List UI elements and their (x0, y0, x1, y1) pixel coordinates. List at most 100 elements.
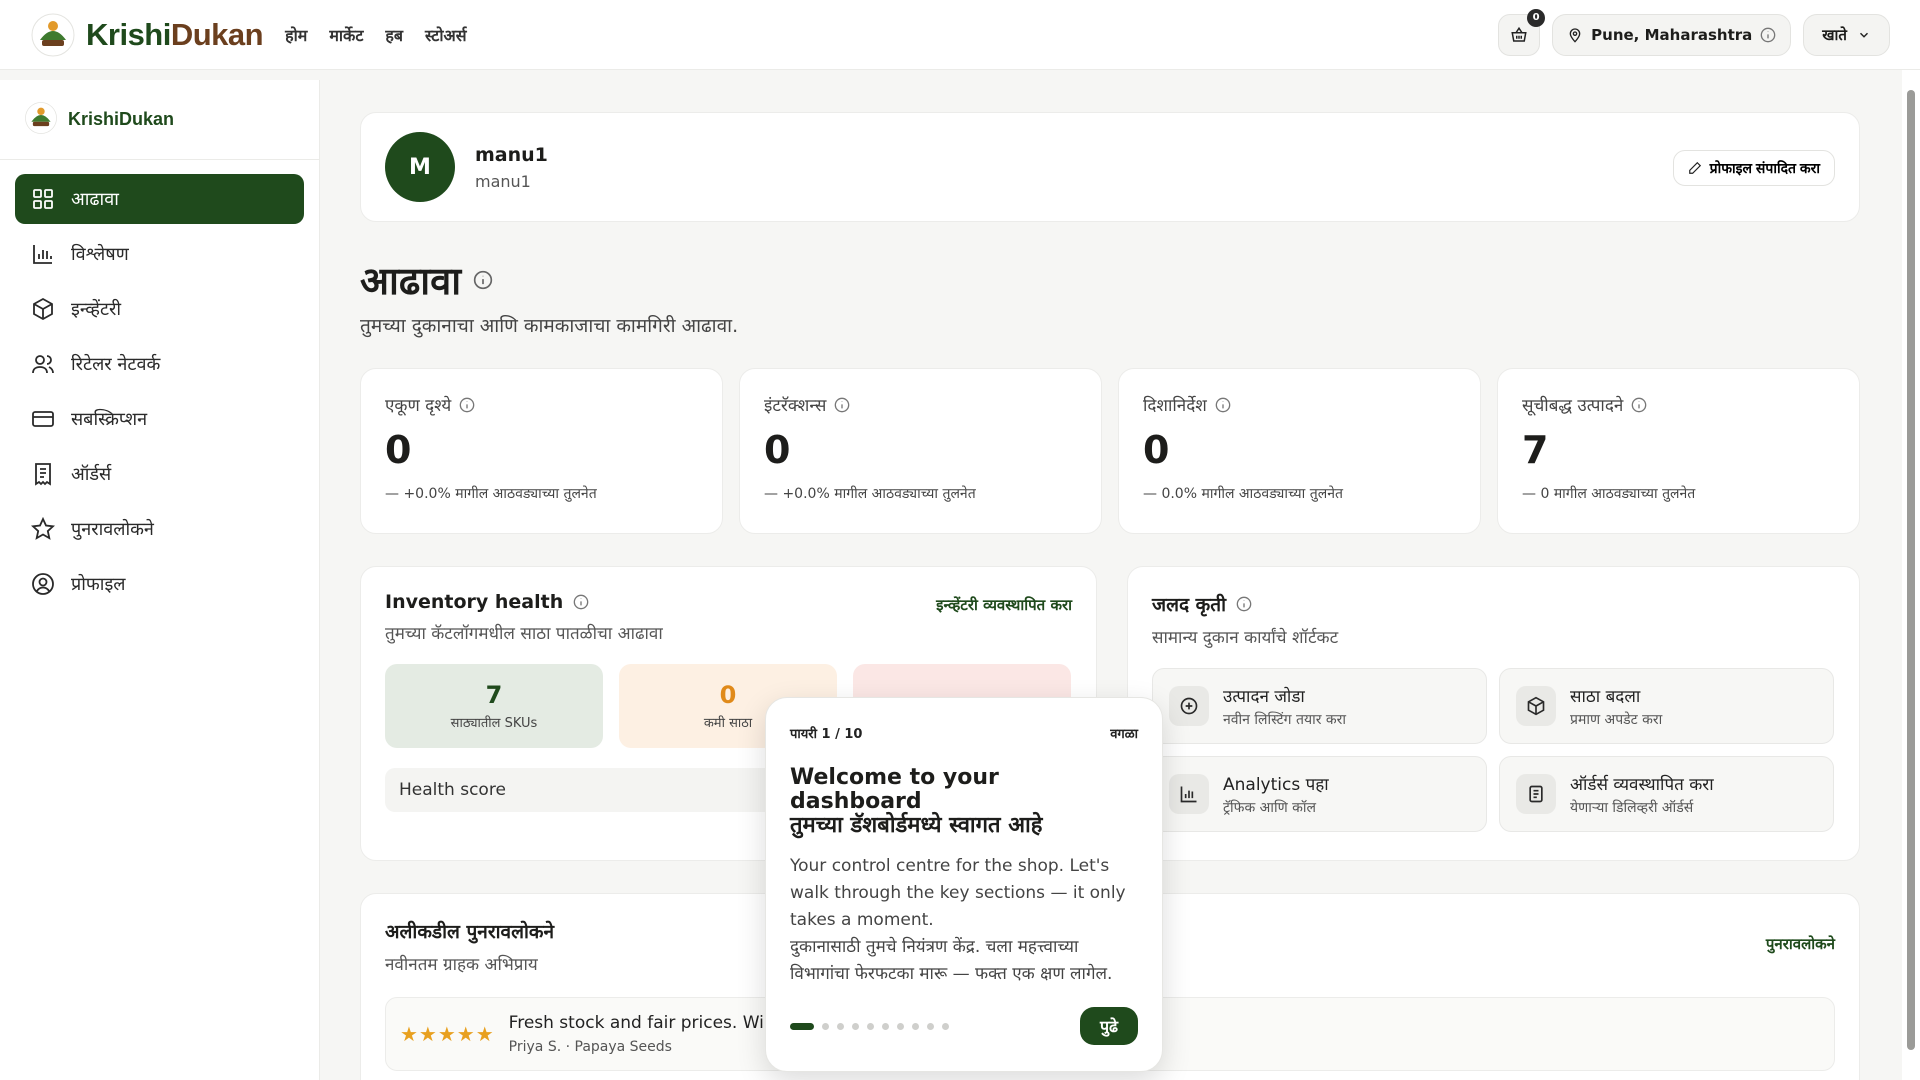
profile-card: M manu1 manu1 प्रोफाइल संपादित करा (360, 112, 1860, 222)
logo-icon (24, 101, 58, 139)
sidebar-item-subscription[interactable]: सबस्क्रिप्शन (15, 394, 304, 444)
sidebar-item-orders[interactable]: ऑर्डर्स (15, 449, 304, 499)
page-subtitle: तुमच्या दुकानाचा आणि कामकाजाचा कामगिरी आ… (360, 315, 739, 337)
stat-card-directions: दिशानिर्देश 0 — 0.0% मागील आठवड्याच्या त… (1118, 368, 1481, 534)
quick-action-view-analytics[interactable]: Analytics पहा ट्रॅफिक आणि कॉल (1152, 756, 1487, 832)
stat-label: इंटरॅक्शन्स (764, 396, 827, 416)
review-meta: Priya S. · Papaya Seeds (508, 1039, 672, 1055)
sidebar-item-label: प्रोफाइल (71, 574, 126, 595)
inventory-tile-in-stock: 7 साठ्यातील SKUs (385, 664, 603, 748)
tour-next-button[interactable]: पुढे (1080, 1007, 1138, 1045)
stat-comparison: — 0 मागील आठवड्याच्या तुलनेत (1522, 486, 1696, 502)
map-pin-icon (1569, 27, 1581, 43)
stats-row: एकूण दृश्ये 0 — +0.0% मागील आठवड्याच्या … (360, 368, 1860, 534)
sidebar: KrishiDukan आढावा विश्लेषण इन्व्हेंटरी र… (0, 80, 320, 1080)
sidebar-item-reviews[interactable]: पुनरावलोकने (15, 504, 304, 554)
chevron-down-icon (1859, 32, 1869, 38)
tour-dot (882, 1022, 889, 1030)
tour-body-mr: दुकानासाठी तुमचे नियंत्रण केंद्र. चला मह… (790, 937, 1113, 985)
top-nav: होम मार्केट हब स्टोअर्स (285, 24, 466, 46)
tour-step-indicator: पायरी 1 / 10 (790, 727, 863, 742)
tour-dot (867, 1022, 874, 1030)
section-title: जलद कृती (1152, 594, 1227, 616)
bar-chart-icon (1180, 786, 1197, 803)
sidebar-brand-name: KrishiDukan (68, 109, 175, 129)
sidebar-item-label: इन्व्हेंटरी (71, 299, 122, 320)
section-title: अलीकडील पुनरावलोकने (385, 921, 555, 943)
star-icon (31, 517, 55, 540)
stat-label: दिशानिर्देश (1143, 396, 1207, 416)
sidebar-brand[interactable]: KrishiDukan (0, 80, 319, 160)
sidebar-item-label: विश्लेषण (71, 244, 129, 265)
tour-title-en: Welcome to your dashboard (790, 765, 999, 815)
tour-title-mr: तुमच्या डॅशबोर्डमध्ये स्वागत आहे (790, 813, 1043, 839)
nav-hub[interactable]: हब (385, 24, 403, 46)
box-icon (1527, 696, 1545, 716)
grid-icon (33, 189, 53, 209)
reviews-link[interactable]: पुनरावलोकने (1766, 934, 1835, 954)
stat-card-listed-products: सूचीबद्ध उत्पादने 7 — 0 मागील आठवड्याच्य… (1497, 368, 1860, 534)
edit-profile-button[interactable]: प्रोफाइल संपादित करा (1672, 150, 1835, 186)
tour-body-en: Your control centre for the shop. Let's … (790, 855, 1126, 930)
document-icon (1529, 785, 1543, 803)
basket-icon (1511, 26, 1527, 42)
stat-label: सूचीबद्ध उत्पादने (1522, 396, 1624, 416)
edit-profile-label: प्रोफाइल संपादित करा (1709, 159, 1820, 176)
stat-card-total-views: एकूण दृश्ये 0 — +0.0% मागील आठवड्याच्या … (360, 368, 723, 534)
sidebar-item-analytics[interactable]: विश्लेषण (15, 229, 304, 279)
sidebar-item-label: रिटेलर नेटवर्क (71, 354, 161, 375)
info-icon[interactable] (1236, 596, 1252, 612)
cart-button[interactable]: 0 (1498, 8, 1546, 56)
page-title: आढावा (360, 259, 462, 303)
info-icon[interactable] (573, 594, 589, 610)
info-icon[interactable] (1631, 397, 1647, 413)
avatar: M (385, 132, 455, 202)
stat-label: एकूण दृश्ये (385, 396, 452, 416)
sidebar-item-label: पुनरावलोकने (71, 519, 154, 540)
box-icon (33, 297, 53, 321)
info-icon[interactable] (473, 270, 493, 290)
info-icon[interactable] (459, 397, 475, 413)
sidebar-item-retailer-network[interactable]: रिटेलर नेटवर्क (15, 339, 304, 389)
location-label: Pune, Maharashtra (1591, 25, 1753, 44)
brand-name: KrishiDukan (86, 16, 264, 52)
tour-dot (852, 1022, 859, 1030)
info-icon[interactable] (834, 397, 850, 413)
quick-action-manage-orders[interactable]: ऑर्डर्स व्यवस्थापित करा येणाऱ्या डिलिव्हर… (1499, 756, 1834, 832)
receipt-icon (35, 463, 51, 486)
tour-skip-button[interactable]: वगळा (1110, 724, 1138, 742)
brand-logo-link[interactable]: KrishiDukan (30, 12, 264, 58)
stat-value: 0 (764, 428, 791, 472)
nav-market[interactable]: मार्केट (329, 24, 363, 46)
account-label: खाते (1822, 25, 1847, 44)
profile-username: manu1 (475, 171, 531, 191)
sidebar-item-profile[interactable]: प्रोफाइल (15, 559, 304, 609)
user-circle-icon (32, 573, 54, 595)
sidebar-item-label: ऑर्डर्स (71, 464, 112, 485)
cart-count-badge: 0 (1527, 8, 1546, 27)
sidebar-item-inventory[interactable]: इन्व्हेंटरी (15, 284, 304, 334)
pencil-icon (1688, 161, 1701, 174)
nav-stores[interactable]: स्टोअर्स (425, 24, 466, 46)
nav-home[interactable]: होम (285, 24, 307, 46)
account-menu-button[interactable]: खाते (1803, 13, 1890, 56)
users-icon (32, 355, 54, 374)
onboarding-tour-popover: पायरी 1 / 10 वगळा Welcome to your dashbo… (765, 697, 1163, 1072)
info-icon (1760, 27, 1776, 42)
profile-name: manu1 (475, 143, 548, 166)
card-icon (32, 411, 54, 427)
stat-value: 0 (1143, 428, 1170, 472)
info-icon[interactable] (1215, 397, 1231, 413)
scrollbar-thumb[interactable] (1907, 90, 1915, 1050)
stat-comparison: — +0.0% मागील आठवड्याच्या तुलनेत (764, 486, 976, 502)
vertical-scrollbar[interactable] (1902, 70, 1920, 1080)
section-title: Inventory health (385, 591, 564, 613)
location-selector[interactable]: Pune, Maharashtra (1552, 13, 1792, 56)
quick-actions-card: जलद कृती सामान्य दुकान कार्यांचे शॉर्टकट… (1127, 566, 1860, 861)
tour-dot (897, 1022, 904, 1030)
tour-dot (912, 1022, 919, 1030)
sidebar-item-overview[interactable]: आढावा (15, 174, 304, 224)
quick-action-add-product[interactable]: उत्पादन जोडा नवीन लिस्टिंग तयार करा (1152, 668, 1487, 744)
quick-action-change-stock[interactable]: साठा बदला प्रमाण अपडेट करा (1499, 668, 1834, 744)
manage-inventory-link[interactable]: इन्व्हेंटरी व्यवस्थापित करा (936, 595, 1072, 615)
